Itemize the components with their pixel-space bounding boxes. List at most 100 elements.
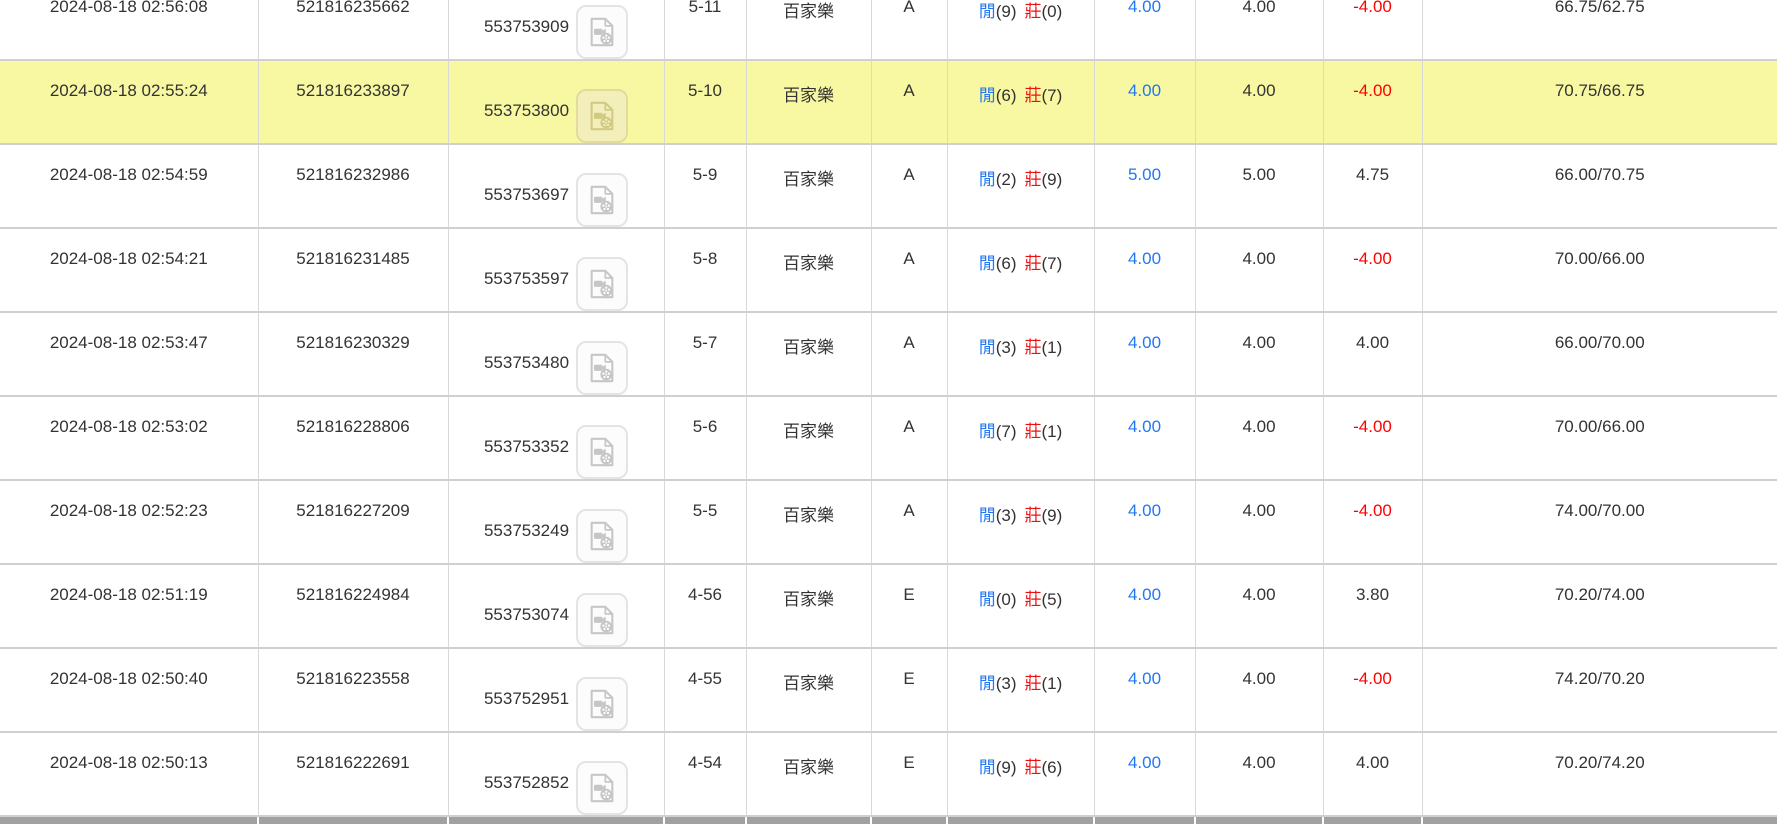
table-code: A [871, 312, 947, 396]
player-points: (6) [996, 254, 1017, 273]
video-replay-button[interactable] [576, 89, 628, 143]
bet-time: 2024-08-18 02:53:47 [0, 312, 258, 396]
bet-time: 2024-08-18 02:55:24 [0, 60, 258, 144]
game-result: 閒(0)莊(5) [947, 564, 1094, 648]
win-loss-amount: 4.75 [1323, 144, 1422, 228]
bet-amount-link[interactable]: 4.00 [1094, 228, 1195, 312]
banker-points: (1) [1042, 674, 1063, 693]
player-label: 閒 [979, 674, 996, 693]
video-replay-button[interactable] [576, 509, 628, 563]
valid-bet-amount: 5.00 [1195, 144, 1323, 228]
game-name: 百家樂 [746, 0, 871, 60]
balance-before-after: 66.00/70.00 [1422, 312, 1777, 396]
table-code: A [871, 60, 947, 144]
player-points: (2) [996, 170, 1017, 189]
table-code: E [871, 564, 947, 648]
banker-label: 莊 [1025, 254, 1042, 273]
game-id: 553753800 [484, 101, 569, 121]
banker-points: (1) [1042, 338, 1063, 357]
bet-id: 521816233897 [258, 60, 448, 144]
valid-bet-amount: 4.00 [1195, 60, 1323, 144]
bet-id: 521816231485 [258, 228, 448, 312]
banker-points: (1) [1042, 422, 1063, 441]
table-row[interactable]: 2024-08-18 02:54:21 521816231485 5537535… [0, 228, 1777, 312]
game-id-cell: 553753800 [448, 60, 664, 144]
game-name: 百家樂 [746, 732, 871, 816]
video-file-icon [586, 603, 618, 637]
bet-amount-link[interactable]: 4.00 [1094, 60, 1195, 144]
bet-amount-link[interactable]: 4.00 [1094, 732, 1195, 816]
bet-id: 521816230329 [258, 312, 448, 396]
win-loss-amount: 4.00 [1323, 312, 1422, 396]
table-row[interactable]: 2024-08-18 02:54:59 521816232986 5537536… [0, 144, 1777, 228]
table-code: E [871, 732, 947, 816]
win-loss-amount: 4.00 [1323, 732, 1422, 816]
subtotal-label: 小計 [0, 816, 258, 824]
bet-time: 2024-08-18 02:50:40 [0, 648, 258, 732]
game-id-cell: 553753249 [448, 480, 664, 564]
game-id: 553753597 [484, 269, 569, 289]
player-label: 閒 [979, 506, 996, 525]
video-replay-button[interactable] [576, 425, 628, 479]
balance-before-after: 66.75/62.75 [1422, 0, 1777, 60]
video-replay-button[interactable] [576, 677, 628, 731]
game-result: 閒(3)莊(9) [947, 480, 1094, 564]
table-row[interactable]: 2024-08-18 02:56:08 521816235662 5537539… [0, 0, 1777, 60]
player-points: (3) [996, 674, 1017, 693]
bet-amount-link[interactable]: 4.00 [1094, 564, 1195, 648]
bet-amount-link[interactable]: 4.00 [1094, 396, 1195, 480]
video-replay-button[interactable] [576, 5, 628, 59]
bet-amount-link[interactable]: 4.00 [1094, 648, 1195, 732]
table-round: 5-6 [664, 396, 746, 480]
game-result: 閒(6)莊(7) [947, 228, 1094, 312]
video-file-icon [586, 687, 618, 721]
video-replay-button[interactable] [576, 593, 628, 647]
video-replay-button[interactable] [576, 257, 628, 311]
video-replay-button[interactable] [576, 341, 628, 395]
banker-points: (6) [1042, 758, 1063, 777]
win-loss-amount: -4.00 [1323, 60, 1422, 144]
bet-history-table: 2024-08-18 02:56:08 521816235662 5537539… [0, 0, 1777, 824]
video-replay-button[interactable] [576, 761, 628, 815]
video-replay-button[interactable] [576, 173, 628, 227]
player-points: (3) [996, 338, 1017, 357]
table-row[interactable]: 2024-08-18 02:55:24 521816233897 5537538… [0, 60, 1777, 144]
table-row[interactable]: 2024-08-18 02:52:23 521816227209 5537532… [0, 480, 1777, 564]
bet-amount-link[interactable]: 5.00 [1094, 144, 1195, 228]
player-label: 閒 [979, 86, 996, 105]
valid-bet-amount: 4.00 [1195, 0, 1323, 60]
table-row[interactable]: 2024-08-18 02:53:47 521816230329 5537534… [0, 312, 1777, 396]
banker-label: 莊 [1025, 86, 1042, 105]
player-label: 閒 [979, 170, 996, 189]
game-result: 閒(6)莊(7) [947, 60, 1094, 144]
bet-time: 2024-08-18 02:52:23 [0, 480, 258, 564]
banker-label: 莊 [1025, 590, 1042, 609]
game-id: 553753352 [484, 437, 569, 457]
banker-points: (9) [1042, 506, 1063, 525]
player-label: 閒 [979, 2, 996, 21]
table-row[interactable]: 2024-08-18 02:50:13 521816222691 5537528… [0, 732, 1777, 816]
valid-bet-amount: 4.00 [1195, 732, 1323, 816]
bet-time: 2024-08-18 02:51:19 [0, 564, 258, 648]
banker-label: 莊 [1025, 2, 1042, 21]
video-file-icon [586, 771, 618, 805]
bet-amount-link[interactable]: 4.00 [1094, 312, 1195, 396]
table-row[interactable]: 2024-08-18 02:53:02 521816228806 5537533… [0, 396, 1777, 480]
valid-bet-amount: 4.00 [1195, 396, 1323, 480]
game-name: 百家樂 [746, 648, 871, 732]
valid-bet-amount: 4.00 [1195, 228, 1323, 312]
subtotal-bet-total: 90.00 [1094, 816, 1195, 824]
balance-before-after: 70.00/66.00 [1422, 228, 1777, 312]
bet-amount-link[interactable]: 4.00 [1094, 480, 1195, 564]
bet-amount-link[interactable]: 4.00 [1094, 0, 1195, 60]
table-row[interactable]: 2024-08-18 02:50:40 521816223558 5537529… [0, 648, 1777, 732]
game-result: 閒(3)莊(1) [947, 648, 1094, 732]
table-row[interactable]: 2024-08-18 02:51:19 521816224984 5537530… [0, 564, 1777, 648]
win-loss-amount: -4.00 [1323, 0, 1422, 60]
subtotal-empty-cell [1422, 816, 1777, 824]
win-loss-amount: 3.80 [1323, 564, 1422, 648]
subtotal-empty-cell [871, 816, 947, 824]
table-code: A [871, 0, 947, 60]
game-result: 閒(2)莊(9) [947, 144, 1094, 228]
table-round: 5-10 [664, 60, 746, 144]
